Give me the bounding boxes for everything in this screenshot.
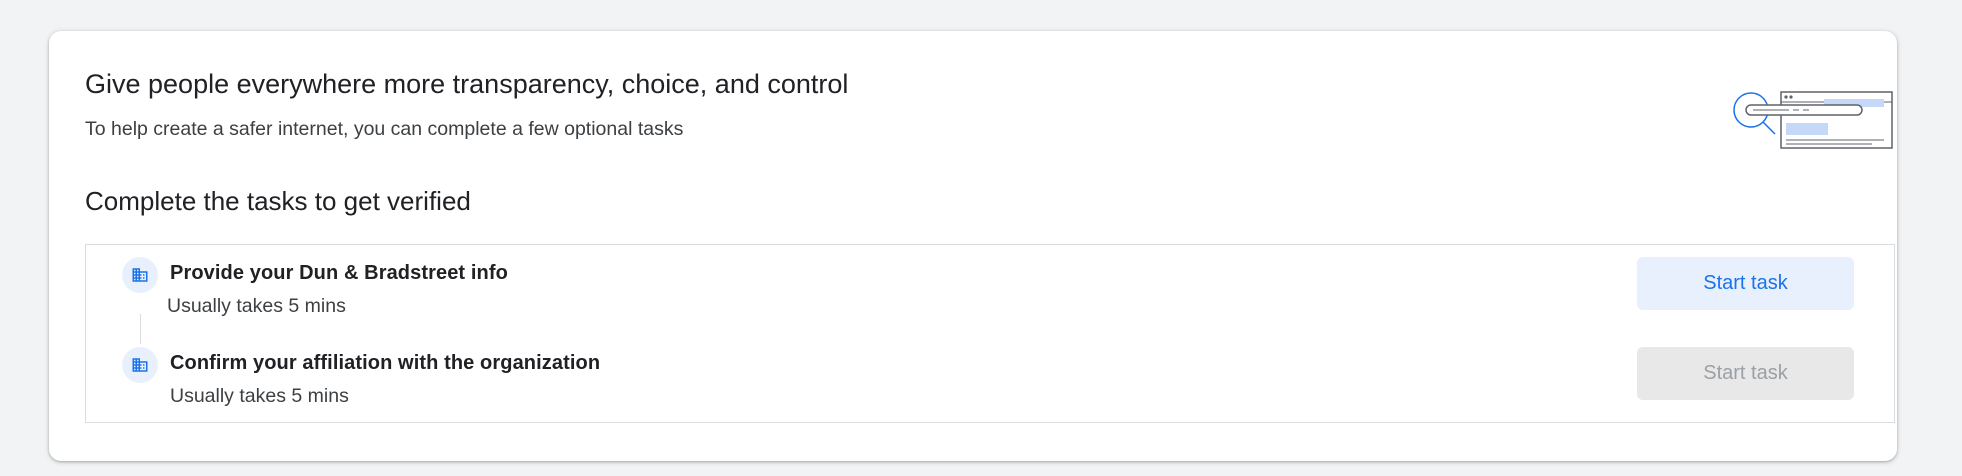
card-title: Give people everywhere more transparency…: [85, 69, 849, 99]
start-task-button-confirm-affiliation[interactable]: Start task: [1637, 347, 1854, 400]
task-list: Provide your Dun & Bradstreet info Usual…: [85, 244, 1895, 423]
verification-card: Give people everywhere more transparency…: [49, 31, 1897, 461]
task-icon-badge: [122, 347, 158, 383]
building-icon: [132, 268, 148, 282]
tasks-section-title: Complete the tasks to get verified: [85, 186, 471, 216]
task-duration: Usually takes 5 mins: [167, 295, 346, 317]
card-subtitle: To help create a safer internet, you can…: [85, 118, 684, 140]
task-icon-badge: [122, 257, 158, 293]
building-icon: [132, 358, 148, 372]
task-duration: Usually takes 5 mins: [170, 385, 349, 407]
task-item-confirm-affiliation: Confirm your affiliation with the organi…: [86, 345, 1894, 415]
task-title: Confirm your affiliation with the organi…: [170, 352, 601, 374]
start-task-button-dun-bradstreet[interactable]: Start task: [1637, 257, 1854, 310]
task-connector-line: [140, 314, 141, 344]
task-title: Provide your Dun & Bradstreet info: [170, 262, 508, 284]
task-item-dun-bradstreet: Provide your Dun & Bradstreet info Usual…: [86, 255, 1894, 344]
browser-window-illustration-icon: [1733, 91, 1893, 149]
